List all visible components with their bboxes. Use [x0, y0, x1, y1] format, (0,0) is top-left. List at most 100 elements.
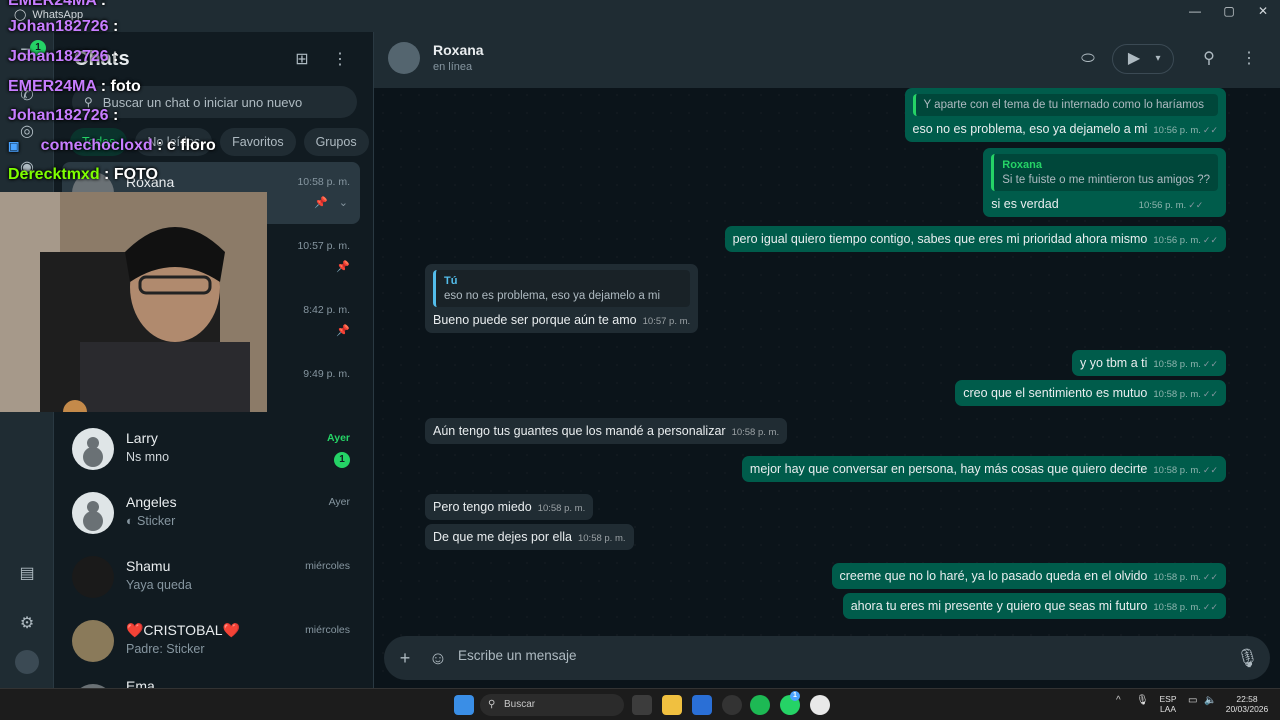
chat-item-ema[interactable]: Ema: [62, 674, 360, 688]
task-view-icon[interactable]: [632, 695, 652, 715]
clock-date: 20/03/2026: [1225, 704, 1269, 714]
message-text: eso no es problema, eso ya dejamelo a mi: [912, 122, 1148, 136]
chevron-down-icon[interactable]: ⌄: [339, 196, 348, 209]
pin-icon: 📌: [336, 325, 350, 337]
system-clock[interactable]: 22:58 20/03/2026: [1222, 694, 1272, 714]
label-icon[interactable]: ⬭: [1077, 48, 1099, 70]
chat-item-shamu[interactable]: Shamu miércoles Yaya queda: [62, 546, 360, 608]
app-icon[interactable]: [722, 695, 742, 715]
network-icon[interactable]: ▭: [1188, 695, 1197, 706]
sticker-icon: ◐: [126, 514, 138, 528]
message-bubble[interactable]: ahora tu eres mi presente y quiero que s…: [842, 593, 1226, 619]
quoted-message[interactable]: Y aparte con el tema de tu internado com…: [912, 94, 1218, 116]
attach-plus-icon[interactable]: +: [394, 647, 416, 669]
overlay-message: : foto: [96, 78, 141, 95]
chevron-down-icon[interactable]: ▾: [1147, 48, 1169, 70]
contact-avatar[interactable]: [388, 42, 420, 74]
overlay-message: : FOTO: [99, 166, 158, 183]
overlay-username: Johan182726: [8, 18, 109, 35]
overlay-username: EMER24MA: [8, 0, 97, 9]
message-composer: + ☺ 🎙: [384, 636, 1270, 680]
taskbar-search[interactable]: ⚲ Buscar: [480, 694, 624, 716]
windows-taskbar: ⚲ Buscar 1 ^ 🎙 ESP LAA ▭ 🔈 22:58 20/03/2…: [0, 688, 1280, 720]
overlay-chat-line: Johan182726 :: [8, 18, 118, 36]
read-receipt-icon: ✓✓: [1202, 125, 1218, 135]
chat-item-larry[interactable]: Larry Ayer Ns mno 1: [62, 418, 360, 480]
message-bubble[interactable]: Tú eso no es problema, eso ya dejamelo a…: [425, 264, 699, 333]
chat-item-angeles[interactable]: Angeles Ayer ◐ Sticker: [62, 482, 360, 544]
message-bubble[interactable]: Pero tengo miedo 10:58 p. m.: [425, 494, 594, 520]
message-input[interactable]: [458, 648, 1218, 663]
filter-grupos[interactable]: Grupos: [303, 128, 369, 156]
read-receipt-icon: ✓✓: [1202, 359, 1218, 369]
message-text: creo que el sentimiento es mutuo: [963, 386, 1148, 400]
minimize-button[interactable]: —: [1178, 0, 1212, 22]
chat-item-cristobal[interactable]: ❤️CRISTOBAL❤️ miércoles Padre: Sticker: [62, 610, 360, 672]
overlay-chat-line: EMER24MA :: [8, 0, 106, 10]
profile-avatar[interactable]: [15, 650, 39, 674]
settings-gear-icon[interactable]: ⚙: [17, 614, 37, 634]
emoji-sticker-icon[interactable]: ☺: [427, 647, 449, 669]
message-bubble[interactable]: Roxana Si te fuiste o me mintieron tus a…: [983, 148, 1226, 217]
avatar: [72, 556, 114, 598]
contact-name[interactable]: Roxana: [433, 42, 484, 58]
conversation-pane: Roxana en línea ⬭ ▶ ▾ ⚲ ⋮ Y aparte con e…: [374, 32, 1280, 688]
pin-icon: 📌: [336, 261, 350, 273]
chevron-up-icon[interactable]: ^: [1116, 695, 1121, 706]
message-bubble[interactable]: mejor hay que conversar en persona, hay …: [741, 456, 1226, 482]
quote-text: Si te fuiste o me mintieron tus amigos ?…: [1002, 174, 1210, 186]
chat-time: miércoles: [305, 560, 350, 572]
chat-preview: Yaya queda: [126, 578, 192, 592]
maximize-button[interactable]: ▢: [1212, 0, 1246, 22]
chat-time: 9:49 p. m.: [303, 368, 350, 380]
message-bubble[interactable]: Y aparte con el tema de tu internado com…: [904, 88, 1226, 142]
message-text: Bueno puede ser porque aún te amo: [433, 313, 637, 327]
message-bubble[interactable]: Aún tengo tus guantes que los mandé a pe…: [425, 418, 788, 444]
search-icon[interactable]: ⚲: [1198, 48, 1220, 70]
start-windows-icon[interactable]: [454, 695, 474, 715]
message-bubble[interactable]: creo que el sentimiento es mutuo 10:58 p.…: [955, 380, 1226, 406]
message-bubble[interactable]: De que me dejes por ella 10:58 p. m.: [425, 524, 634, 550]
language-indicator[interactable]: ESP LAA: [1158, 694, 1178, 714]
chat-name: Angeles: [126, 494, 177, 510]
chat-time: Ayer: [327, 432, 350, 444]
pin-icon: 📌: [314, 197, 328, 209]
message-bubble[interactable]: y yo tbm a ti 10:58 p. m. ✓✓: [1071, 350, 1226, 376]
message-bubble[interactable]: creeme que no lo haré, ya lo pasado qued…: [831, 563, 1226, 589]
chat-time: miércoles: [305, 624, 350, 636]
message-text: creeme que no lo haré, ya lo pasado qued…: [839, 569, 1148, 583]
overlay-chat-line: Johan182726 :: [8, 107, 118, 125]
overlay-chat-line: ▣ comechocloxd : c floro: [8, 137, 216, 155]
kebab-menu-icon[interactable]: ⋮: [328, 48, 352, 72]
video-call-group[interactable]: ▶ ▾: [1112, 44, 1174, 74]
taskbar-search-label: Buscar: [504, 699, 536, 710]
kebab-menu-icon[interactable]: ⋮: [1238, 48, 1260, 70]
overlay-message: :: [108, 18, 119, 35]
language-top: ESP: [1159, 694, 1177, 704]
quoted-message[interactable]: Tú eso no es problema, eso ya dejamelo a…: [433, 270, 691, 307]
quoted-message[interactable]: Roxana Si te fuiste o me mintieron tus a…: [991, 154, 1218, 191]
close-button[interactable]: ✕: [1246, 0, 1280, 22]
whatsapp-taskbar-badge: 1: [790, 691, 800, 701]
message-bubble[interactable]: pero igual quiero tiempo contigo, sabes …: [724, 226, 1226, 252]
file-explorer-icon[interactable]: [662, 695, 682, 715]
microphone-tray-icon[interactable]: 🎙: [1136, 695, 1149, 706]
read-receipt-icon: ✓✓: [1202, 465, 1218, 475]
microphone-icon[interactable]: 🎙: [1236, 647, 1259, 669]
message-text: y yo tbm a ti: [1079, 356, 1148, 370]
volume-icon[interactable]: 🔈: [1204, 695, 1216, 706]
read-receipt-icon: ✓✓: [1188, 200, 1204, 210]
overlay-chat-line: Johan182726 :: [8, 48, 118, 66]
conversation-header: Roxana en línea ⬭ ▶ ▾ ⚲ ⋮: [374, 32, 1280, 88]
spotify-icon[interactable]: [750, 695, 770, 715]
chrome-icon[interactable]: [810, 695, 830, 715]
webcam-person-image: [0, 192, 267, 412]
overlay-message: : c floro: [152, 137, 216, 154]
message-text: mejor hay que conversar en persona, hay …: [749, 462, 1148, 476]
archive-icon[interactable]: ▤: [17, 564, 37, 584]
message-time: 10:58 p. m.: [1153, 465, 1201, 476]
message-text: ahora tu eres mi presente y quiero que s…: [850, 599, 1148, 613]
video-camera-icon[interactable]: ▶: [1123, 48, 1145, 70]
quote-text: eso no es problema, eso ya dejamelo a mi: [444, 290, 661, 302]
store-icon[interactable]: [692, 695, 712, 715]
